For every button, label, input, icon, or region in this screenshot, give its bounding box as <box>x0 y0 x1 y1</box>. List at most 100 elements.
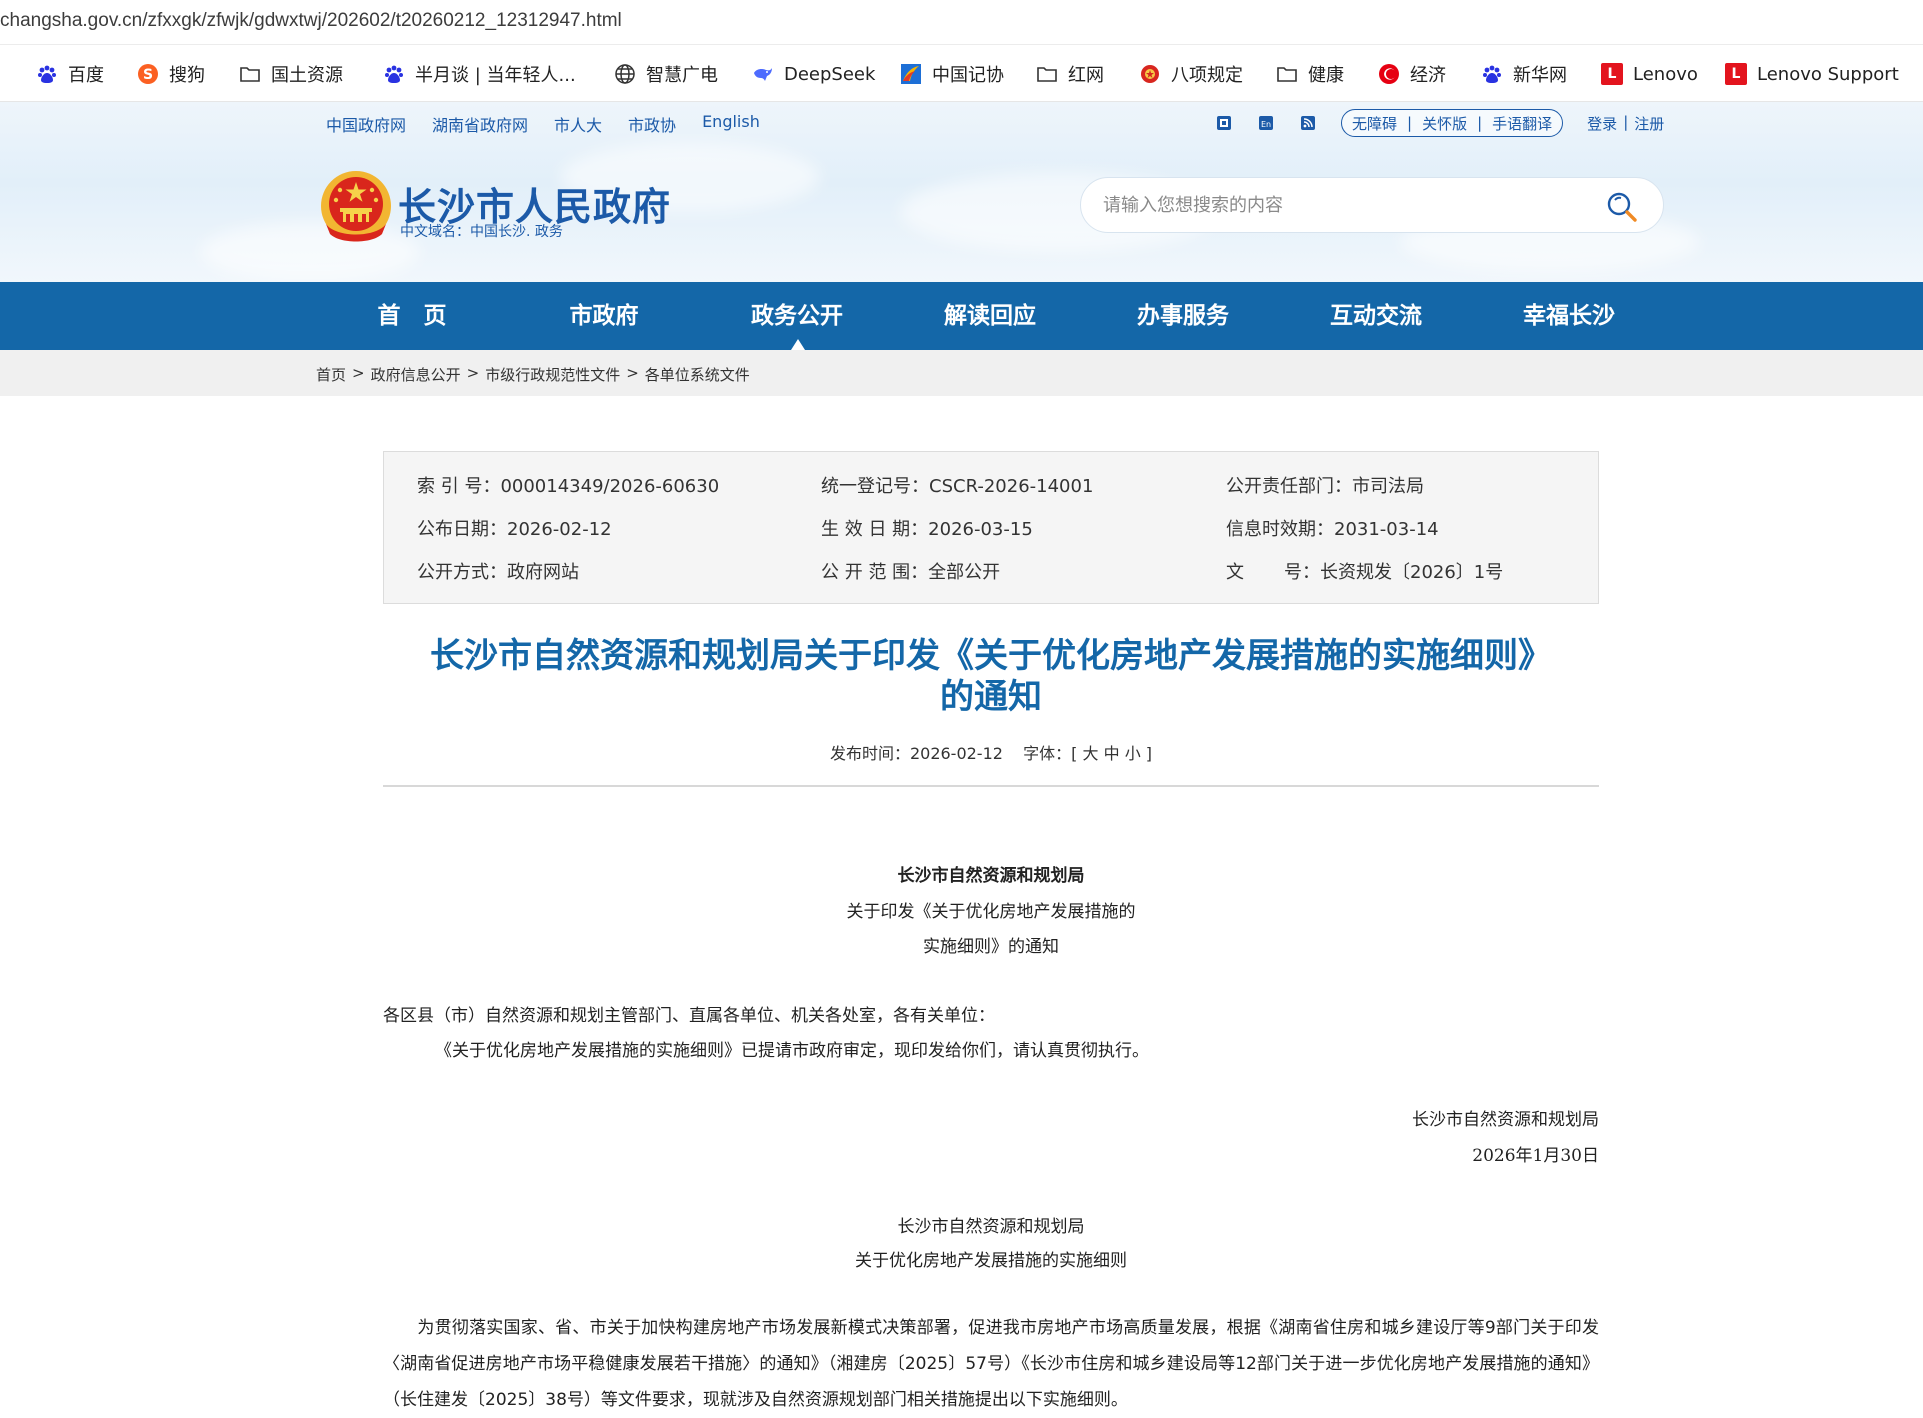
notice-heading: 关于印发《关于优化房地产发展措施的 <box>846 902 1136 922</box>
bookmark-label: 半月谈 | 当年轻人... <box>415 65 576 86</box>
breadcrumb-separator: > <box>466 364 480 382</box>
separator: | <box>1407 114 1413 132</box>
rules-heading: 关于优化房地产发展措施的实施细则 <box>855 1251 1127 1271</box>
info-label: 公布日期： <box>417 519 507 540</box>
info-index: 索 引 号：000014349/2026-60630 <box>417 472 719 498</box>
meta-label: 发布时间： <box>829 744 910 763</box>
article-meta: 发布时间：2026-02-12 字体：[ 大 中 小 ] <box>383 740 1599 764</box>
link-zhengxie[interactable]: 市政协 <box>628 112 676 136</box>
nav-city-government[interactable]: 市政府 <box>519 282 689 350</box>
english-site-icon[interactable]: En <box>1257 114 1275 132</box>
login-link[interactable]: 登录 <box>1587 113 1617 134</box>
bookmark-sogou[interactable]: S 搜狗 <box>137 61 205 87</box>
bookmark-label: 国土资源 <box>271 65 343 86</box>
breadcrumb-info-open[interactable]: 政府信息公开 <box>371 364 461 385</box>
care-mode-link[interactable]: 关怀版 <box>1422 113 1467 134</box>
info-label: 统一登记号： <box>821 476 929 497</box>
bookmark-lenovo-support[interactable]: L Lenovo Support <box>1725 61 1899 87</box>
search-box <box>1080 177 1664 233</box>
meta-label: ] <box>1145 744 1153 763</box>
bookmark-label: 红网 <box>1068 65 1104 86</box>
separator: | <box>1623 112 1629 131</box>
economy-icon <box>1378 63 1400 85</box>
bookmark-jingji[interactable]: 经济 <box>1378 61 1446 87</box>
svg-text:En: En <box>1261 120 1271 129</box>
info-value: 2026-02-12 <box>507 519 612 540</box>
zgjx-icon <box>900 63 922 85</box>
national-emblem-logo[interactable] <box>318 168 394 248</box>
top-links: 中国政府网 湖南省政府网 市人大 市政协 English <box>326 112 760 136</box>
baidu-paw-icon <box>383 63 405 85</box>
sign-language-link[interactable]: 手语翻译 <box>1492 113 1552 134</box>
bookmark-label: 智慧广电 <box>646 65 718 86</box>
nav-happy-changsha[interactable]: 幸福长沙 <box>1484 282 1654 350</box>
bookmark-lenovo[interactable]: L Lenovo <box>1601 61 1698 87</box>
accessibility-pill: 无障碍 | 关怀版 | 手语翻译 <box>1341 109 1564 137</box>
link-gov-cn[interactable]: 中国政府网 <box>326 112 406 136</box>
info-registration: 统一登记号：CSCR-2026-14001 <box>821 472 1093 498</box>
weibo-icon[interactable] <box>1215 114 1233 132</box>
rss-icon[interactable] <box>1299 114 1317 132</box>
info-value: 2031-03-14 <box>1334 519 1439 540</box>
separator: | <box>1477 114 1483 132</box>
info-value: 全部公开 <box>928 562 1001 583</box>
breadcrumb-normative-docs[interactable]: 市级行政规范性文件 <box>485 364 620 385</box>
breadcrumb-home[interactable]: 首页 <box>316 364 346 385</box>
bookmark-baidu[interactable]: 百度 <box>36 61 104 87</box>
info-publish-date: 公布日期：2026-02-12 <box>417 515 612 541</box>
bookmark-banyuetan[interactable]: 半月谈 | 当年轻人... <box>383 61 576 87</box>
bookmarks-bar: 百度 S 搜狗 国土资源 半月谈 | 当年轻人... 智慧广电 DeepSeek… <box>0 44 1923 102</box>
notice-heading: 长沙市自然资源和规划局 <box>897 866 1085 886</box>
sogou-icon: S <box>137 63 159 85</box>
lenovo-icon: L <box>1725 63 1747 85</box>
rules-body: 为贯彻落实国家、省、市关于加快构建房地产市场发展新模式决策部署，促进我市房地产市… <box>383 1318 1599 1410</box>
site-subtitle: 中文域名：中国长沙. 政务 <box>400 224 563 240</box>
nav-home[interactable]: 首 页 <box>327 282 497 350</box>
bookmark-deepseek[interactable]: DeepSeek <box>752 61 875 87</box>
info-label: 索 引 号： <box>417 476 501 497</box>
bookmark-label: 健康 <box>1308 65 1344 86</box>
bookmark-hongwang[interactable]: 红网 <box>1036 61 1104 87</box>
info-value: 2026-03-15 <box>928 519 1033 540</box>
info-label: 公 开 范 围： <box>821 562 929 583</box>
info-validity: 信息时效期：2031-03-14 <box>1226 515 1439 541</box>
nav-interpretation[interactable]: 解读回应 <box>905 282 1075 350</box>
search-icon[interactable] <box>1605 190 1639 224</box>
search-input[interactable] <box>1103 190 1583 220</box>
font-size-medium-button[interactable]: 中 <box>1104 744 1120 763</box>
nav-interaction[interactable]: 互动交流 <box>1291 282 1461 350</box>
baidu-paw-icon <box>1481 63 1503 85</box>
salutation: 各区县（市）自然资源和规划主管部门、直属各单位、机关各处室，各有关单位： <box>383 1006 995 1026</box>
svg-text:S: S <box>143 67 153 83</box>
breadcrumb-unit-docs[interactable]: 各单位系统文件 <box>645 364 750 385</box>
bookmark-label: DeepSeek <box>784 63 876 85</box>
bookmark-label: 中国记协 <box>932 65 1004 86</box>
link-hunan-gov[interactable]: 湖南省政府网 <box>432 112 528 136</box>
url-text[interactable]: changsha.gov.cn/zfxxgk/zfwjk/gdwxtwj/202… <box>0 10 622 32</box>
bookmark-label: 经济 <box>1410 65 1446 86</box>
lenovo-icon: L <box>1601 63 1623 85</box>
browser-address-bar[interactable]: changsha.gov.cn/zfxxgk/zfwjk/gdwxtwj/202… <box>0 0 1923 44</box>
bookmark-baxiangguiding[interactable]: 八项规定 <box>1139 61 1243 87</box>
info-label: 公开责任部门： <box>1226 476 1352 497</box>
baidu-paw-icon <box>36 63 58 85</box>
barrier-free-link[interactable]: 无障碍 <box>1352 113 1397 134</box>
font-size-small-button[interactable]: 小 <box>1125 744 1141 763</box>
info-value: 市司法局 <box>1352 476 1424 497</box>
info-value: 长资规发〔2026〕1号 <box>1320 562 1504 583</box>
link-renda[interactable]: 市人大 <box>554 112 602 136</box>
bookmark-zhihuiguangdian[interactable]: 智慧广电 <box>614 61 718 87</box>
info-label: 公开方式： <box>417 562 507 583</box>
bookmark-jiankang[interactable]: 健康 <box>1276 61 1344 87</box>
bookmark-zhongguojixie[interactable]: 中国记协 <box>900 61 1004 87</box>
bookmark-xinhuawang[interactable]: 新华网 <box>1481 61 1567 87</box>
breadcrumb: 首页 > 政府信息公开 > 市级行政规范性文件 > 各单位系统文件 <box>316 364 750 385</box>
nav-services[interactable]: 办事服务 <box>1098 282 1268 350</box>
info-value: CSCR-2026-14001 <box>929 476 1094 497</box>
paragraph: 《关于优化房地产发展措施的实施细则》已提请市政府审定，现印发给你们，请认真贯彻执… <box>435 1041 1149 1061</box>
register-link[interactable]: 注册 <box>1634 113 1664 134</box>
bookmark-guotuziyuan[interactable]: 国土资源 <box>239 61 343 87</box>
font-size-large-button[interactable]: 大 <box>1082 744 1098 763</box>
header-tools: En 无障碍 | 关怀版 | 手语翻译 登录 | 注册 <box>1215 109 1664 137</box>
link-english[interactable]: English <box>702 112 760 136</box>
